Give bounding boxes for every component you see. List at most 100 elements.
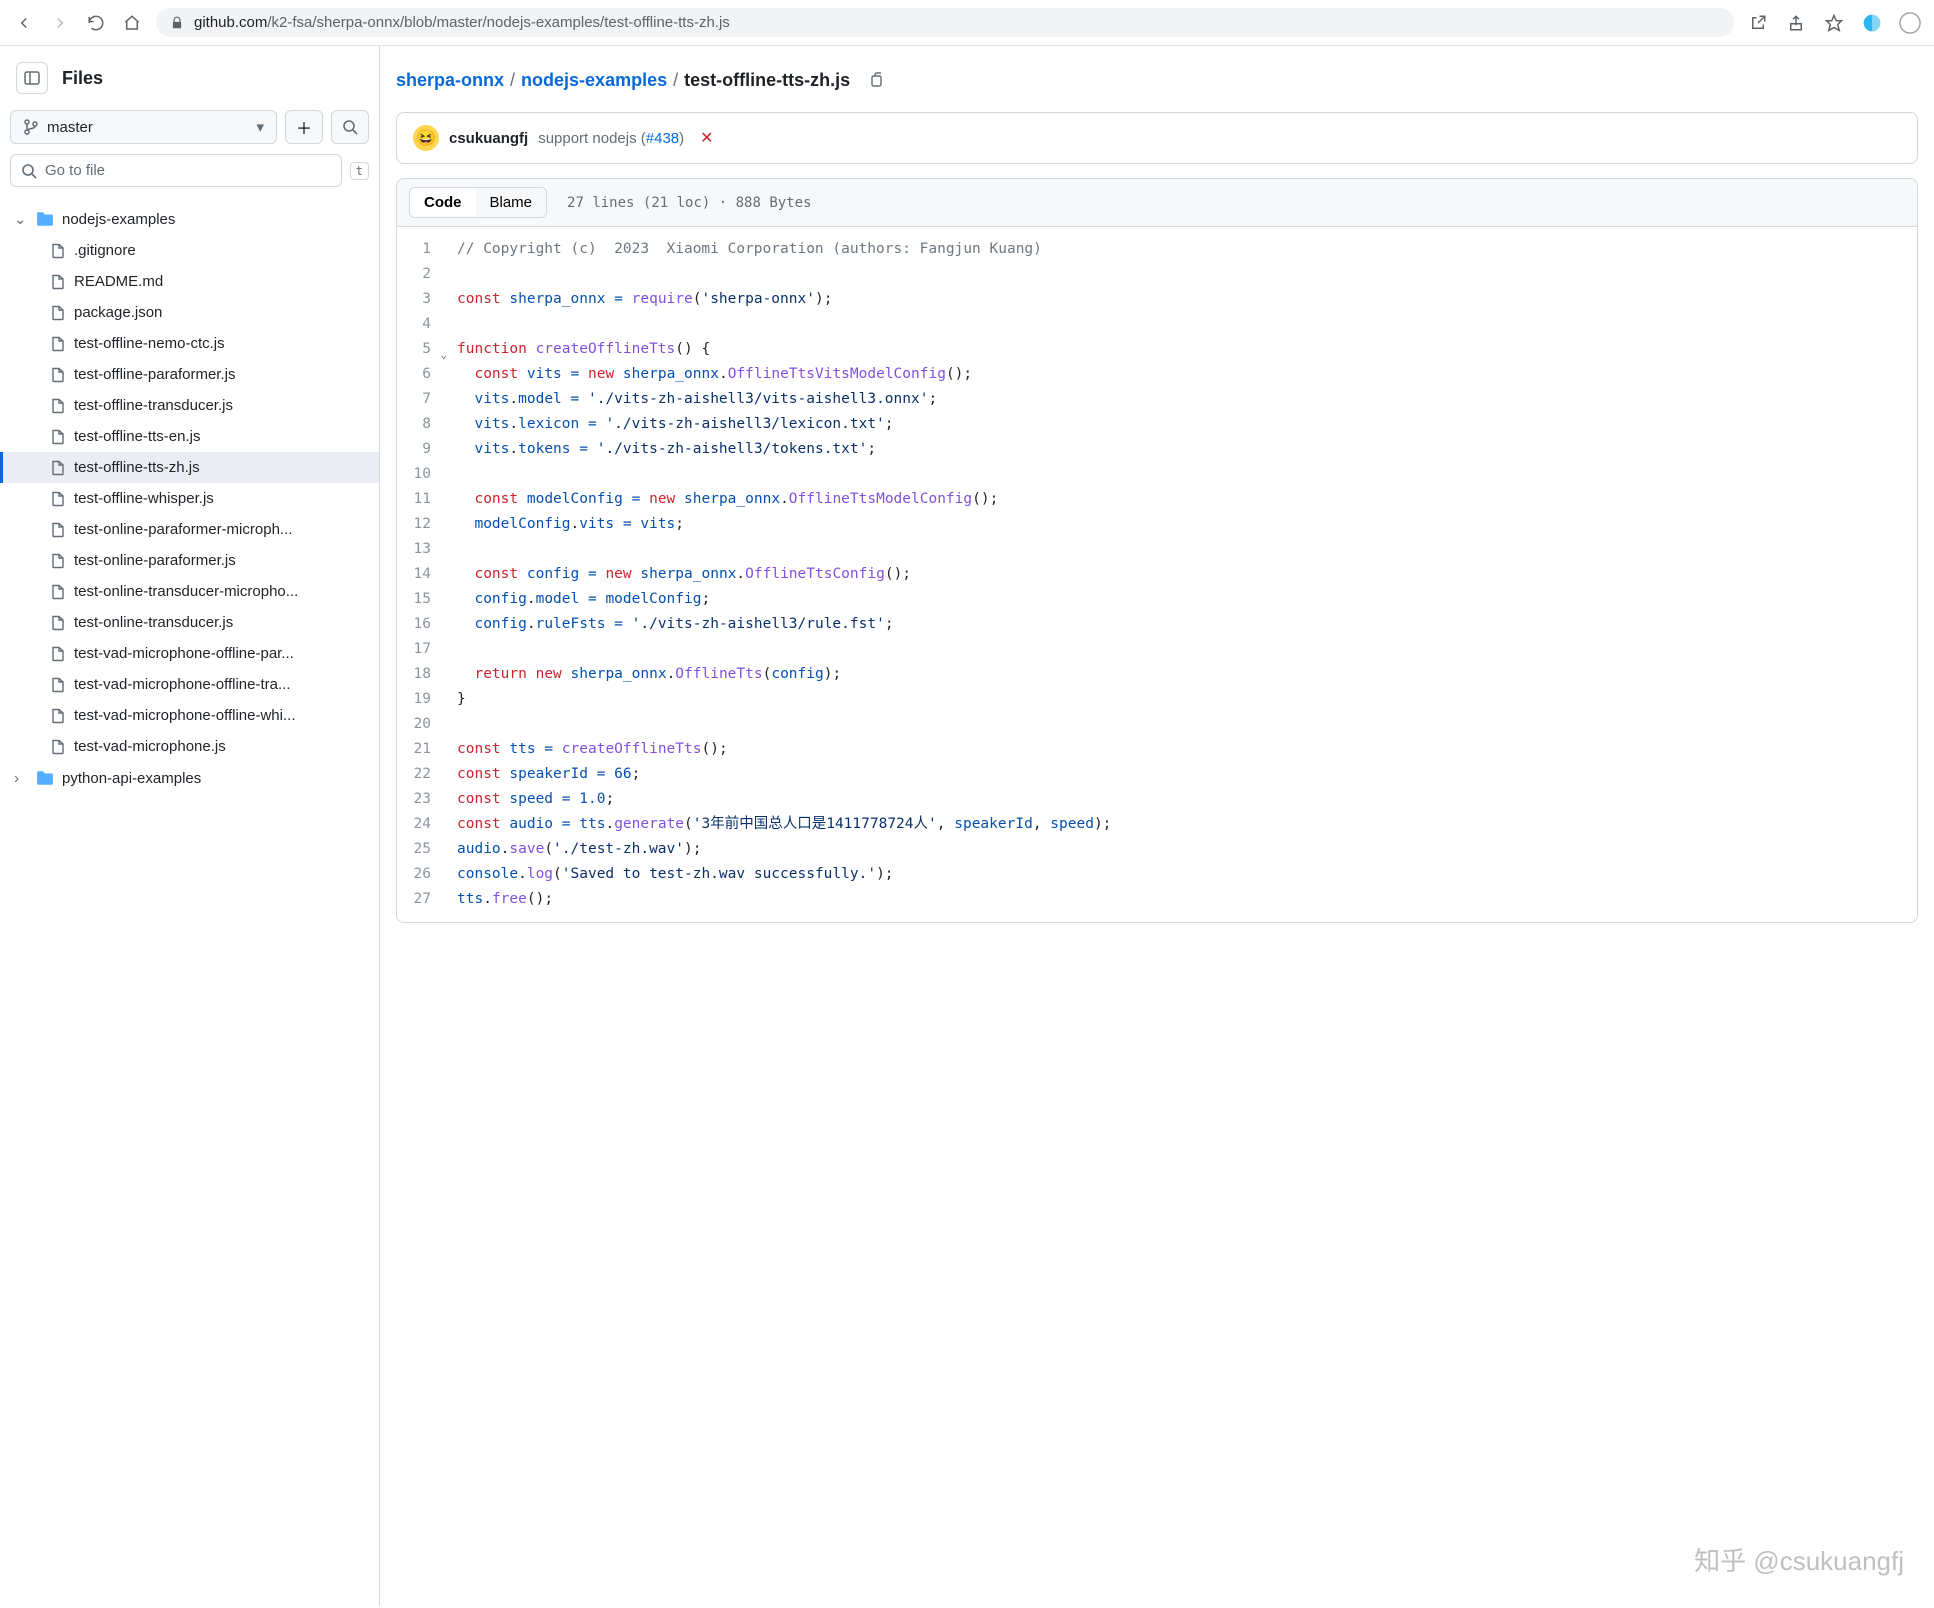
line-number[interactable]: 23	[413, 787, 445, 812]
line-number[interactable]: 27	[413, 887, 445, 912]
line-number[interactable]: 7	[413, 387, 445, 412]
code-line: config.ruleFsts = './vits-zh-aishell3/ru…	[457, 612, 1901, 637]
line-number[interactable]: 9	[413, 437, 445, 462]
blame-tab[interactable]: Blame	[476, 188, 547, 217]
tree-file[interactable]: test-vad-microphone-offline-par...	[0, 638, 379, 669]
main-content: sherpa-onnx / nodejs-examples / test-off…	[380, 46, 1934, 1606]
go-to-file-input[interactable]: Go to file	[10, 154, 342, 187]
file-label: test-vad-microphone-offline-whi...	[74, 707, 295, 724]
code-line: vits.lexicon = './vits-zh-aishell3/lexic…	[457, 412, 1901, 437]
code-line: vits.model = './vits-zh-aishell3/vits-ai…	[457, 387, 1901, 412]
branch-selector[interactable]: master ▾	[10, 110, 277, 144]
extension-icon[interactable]	[1860, 11, 1884, 35]
ci-status-fail-icon[interactable]: ✕	[700, 128, 713, 148]
file-label: test-offline-tts-en.js	[74, 428, 200, 445]
line-number[interactable]: 21	[413, 737, 445, 762]
add-file-button[interactable]: ＋	[285, 110, 323, 144]
tree-file[interactable]: test-online-transducer.js	[0, 607, 379, 638]
line-number[interactable]: 18	[413, 662, 445, 687]
file-icon	[50, 367, 66, 383]
code-viewer: Code Blame 27 lines (21 loc) · 888 Bytes…	[396, 178, 1918, 923]
file-icon	[50, 739, 66, 755]
open-external-icon[interactable]	[1746, 11, 1770, 35]
breadcrumb-dir[interactable]: nodejs-examples	[521, 70, 667, 91]
line-number[interactable]: 25	[413, 837, 445, 862]
line-number[interactable]: 20	[413, 712, 445, 737]
tree-file[interactable]: test-offline-whisper.js	[0, 483, 379, 514]
tree-file[interactable]: test-offline-tts-en.js	[0, 421, 379, 452]
line-number[interactable]: 16	[413, 612, 445, 637]
file-icon	[50, 646, 66, 662]
code-line: const vits = new sherpa_onnx.OfflineTtsV…	[457, 362, 1901, 387]
line-number[interactable]: 8	[413, 412, 445, 437]
line-number[interactable]: 5⌄	[413, 337, 445, 362]
line-number[interactable]: 10	[413, 462, 445, 487]
line-number[interactable]: 24	[413, 812, 445, 837]
code-line: audio.save('./test-zh.wav');	[457, 837, 1901, 862]
line-number[interactable]: 2	[413, 262, 445, 287]
tree-file[interactable]: .gitignore	[0, 235, 379, 266]
line-number[interactable]: 4	[413, 312, 445, 337]
file-label: test-online-paraformer-microph...	[74, 521, 292, 538]
line-number[interactable]: 1	[413, 237, 445, 262]
tree-file[interactable]: test-vad-microphone-offline-tra...	[0, 669, 379, 700]
line-number[interactable]: 11	[413, 487, 445, 512]
commit-info-bar: 😆 csukuangfj support nodejs (#438) ✕	[396, 112, 1918, 164]
avatar[interactable]: 😆	[413, 125, 439, 151]
line-number[interactable]: 19	[413, 687, 445, 712]
collapse-panel-button[interactable]	[16, 62, 48, 94]
commit-author[interactable]: csukuangfj	[449, 130, 528, 147]
tree-file[interactable]: test-online-paraformer-microph...	[0, 514, 379, 545]
reload-button[interactable]	[84, 11, 108, 35]
tree-file[interactable]: test-offline-nemo-ctc.js	[0, 328, 379, 359]
folder-label: python-api-examples	[62, 770, 201, 787]
copy-path-button[interactable]	[862, 66, 890, 94]
tree-file[interactable]: test-vad-microphone.js	[0, 731, 379, 762]
share-icon[interactable]	[1784, 11, 1808, 35]
file-label: test-vad-microphone-offline-par...	[74, 645, 294, 662]
line-number[interactable]: 3	[413, 287, 445, 312]
line-number[interactable]: 17	[413, 637, 445, 662]
file-label: test-offline-tts-zh.js	[74, 459, 200, 476]
file-icon	[50, 708, 66, 724]
tree-file[interactable]: test-offline-paraformer.js	[0, 359, 379, 390]
star-icon[interactable]	[1822, 11, 1846, 35]
tree-file[interactable]: test-offline-tts-zh.js	[0, 452, 379, 483]
chevron-down-icon: ⌄	[14, 210, 28, 228]
tree-file[interactable]: test-online-paraformer.js	[0, 545, 379, 576]
tree-folder-closed[interactable]: ›python-api-examples	[0, 762, 379, 794]
tree-file[interactable]: test-online-transducer-micropho...	[0, 576, 379, 607]
breadcrumb-repo[interactable]: sherpa-onnx	[396, 70, 504, 91]
commit-message[interactable]: support nodejs (#438)	[538, 130, 684, 147]
tree-file[interactable]: README.md	[0, 266, 379, 297]
line-number[interactable]: 26	[413, 862, 445, 887]
line-number[interactable]: 13	[413, 537, 445, 562]
line-number[interactable]: 12	[413, 512, 445, 537]
url-text: github.com/k2-fsa/sherpa-onnx/blob/maste…	[194, 14, 730, 31]
line-number[interactable]: 15	[413, 587, 445, 612]
address-bar[interactable]: github.com/k2-fsa/sherpa-onnx/blob/maste…	[156, 8, 1734, 37]
tree-file[interactable]: test-vad-microphone-offline-whi...	[0, 700, 379, 731]
line-number[interactable]: 22	[413, 762, 445, 787]
pr-link[interactable]: #438	[646, 130, 679, 147]
code-toolbar: Code Blame 27 lines (21 loc) · 888 Bytes	[397, 179, 1917, 227]
tree-file[interactable]: package.json	[0, 297, 379, 328]
code-line	[457, 312, 1901, 337]
code-line: modelConfig.vits = vits;	[457, 512, 1901, 537]
line-number[interactable]: 14	[413, 562, 445, 587]
file-icon	[50, 584, 66, 600]
forward-button[interactable]	[48, 11, 72, 35]
line-number[interactable]: 6	[413, 362, 445, 387]
profile-icon[interactable]	[1898, 11, 1922, 35]
tree-file[interactable]: test-offline-transducer.js	[0, 390, 379, 421]
file-label: README.md	[74, 273, 163, 290]
code-content[interactable]: // Copyright (c) 2023 Xiaomi Corporation…	[453, 227, 1917, 922]
back-button[interactable]	[12, 11, 36, 35]
code-line: }	[457, 687, 1901, 712]
code-tab[interactable]: Code	[410, 188, 476, 217]
branch-name: master	[47, 119, 93, 136]
home-button[interactable]	[120, 11, 144, 35]
go-to-file-placeholder: Go to file	[45, 162, 105, 179]
search-button[interactable]	[331, 110, 369, 144]
tree-folder-open[interactable]: ⌄nodejs-examples	[0, 203, 379, 235]
